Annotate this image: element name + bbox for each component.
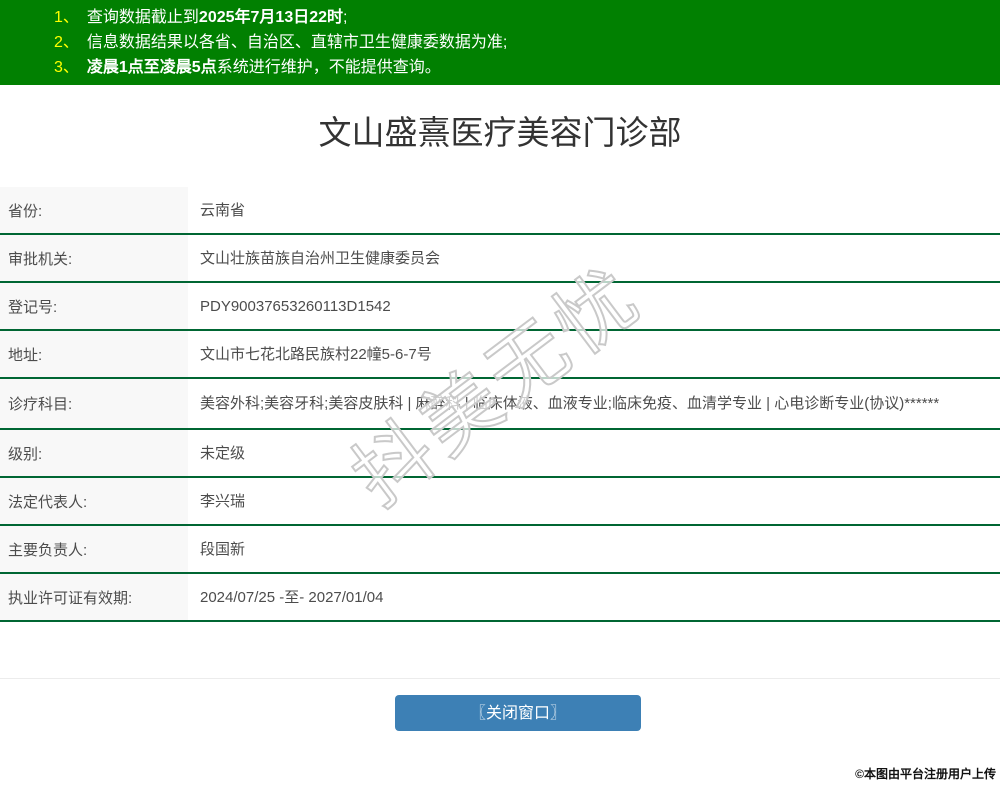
info-table: 省份:云南省审批机关:文山壮族苗族自治州卫生健康委员会登记号:PDY900376… bbox=[0, 187, 1000, 622]
row-value: 段国新 bbox=[188, 526, 1000, 572]
row-value: 文山壮族苗族自治州卫生健康委员会 bbox=[188, 235, 1000, 281]
row-label: 诊疗科目: bbox=[0, 379, 188, 428]
notice-number: 3、 bbox=[54, 59, 87, 76]
row-value: 文山市七花北路民族村22幢5-6-7号 bbox=[188, 331, 1000, 377]
notice-list: 1、查询数据截止到2025年7月13日22时;2、信息数据结果以各省、自治区、直… bbox=[54, 5, 1000, 80]
footer-credit: ©本图由平台注册用户上传 bbox=[855, 765, 996, 782]
notice-text: 系统进行维护，不能提供查询。 bbox=[217, 59, 441, 76]
notice-text: ; bbox=[343, 9, 347, 26]
button-row: 〖关闭窗口〗 bbox=[0, 695, 1000, 731]
table-row: 地址:文山市七花北路民族村22幢5-6-7号 bbox=[0, 331, 1000, 379]
row-value: 李兴瑞 bbox=[188, 478, 1000, 524]
page-title: 文山盛熹医疗美容门诊部 bbox=[0, 113, 1000, 153]
notice-number: 2、 bbox=[54, 34, 87, 51]
row-label: 登记号: bbox=[0, 283, 188, 329]
row-label: 主要负责人: bbox=[0, 526, 188, 572]
table-row: 省份:云南省 bbox=[0, 187, 1000, 235]
notice-text: 凌晨1点至凌晨5点 bbox=[87, 59, 217, 76]
row-label: 审批机关: bbox=[0, 235, 188, 281]
row-label: 地址: bbox=[0, 331, 188, 377]
row-value: PDY90037653260113D1542 bbox=[188, 283, 1000, 329]
row-value: 未定级 bbox=[188, 430, 1000, 476]
table-row: 法定代表人:李兴瑞 bbox=[0, 478, 1000, 526]
notice-text: 信息数据结果以各省、自治区、直辖市卫生健康委数据为准; bbox=[87, 34, 507, 51]
table-row: 级别:未定级 bbox=[0, 430, 1000, 478]
row-label: 级别: bbox=[0, 430, 188, 476]
notice-banner: 1、查询数据截止到2025年7月13日22时;2、信息数据结果以各省、自治区、直… bbox=[0, 0, 1000, 85]
table-row: 诊疗科目:美容外科;美容牙科;美容皮肤科 | 麻醉科 | 临床体液、血液专业;临… bbox=[0, 379, 1000, 430]
table-row: 执业许可证有效期:2024/07/25 -至- 2027/01/04 bbox=[0, 574, 1000, 622]
notice-number: 1、 bbox=[54, 9, 87, 26]
row-label: 省份: bbox=[0, 187, 188, 233]
row-value: 美容外科;美容牙科;美容皮肤科 | 麻醉科 | 临床体液、血液专业;临床免疫、血… bbox=[188, 379, 1000, 428]
row-value: 云南省 bbox=[188, 187, 1000, 233]
notice-text: 查询数据截止到 bbox=[87, 9, 199, 26]
notice-line: 3、凌晨1点至凌晨5点系统进行维护，不能提供查询。 bbox=[54, 55, 1000, 80]
close-window-button[interactable]: 〖关闭窗口〗 bbox=[395, 695, 641, 731]
row-label: 法定代表人: bbox=[0, 478, 188, 524]
notice-line: 2、信息数据结果以各省、自治区、直辖市卫生健康委数据为准; bbox=[54, 30, 1000, 55]
notice-text: 2025年7月13日22时 bbox=[199, 9, 343, 26]
section-divider bbox=[0, 678, 1000, 679]
row-value: 2024/07/25 -至- 2027/01/04 bbox=[188, 574, 1000, 620]
row-label: 执业许可证有效期: bbox=[0, 574, 188, 620]
table-row: 主要负责人:段国新 bbox=[0, 526, 1000, 574]
table-row: 审批机关:文山壮族苗族自治州卫生健康委员会 bbox=[0, 235, 1000, 283]
notice-line: 1、查询数据截止到2025年7月13日22时; bbox=[54, 5, 1000, 30]
table-row: 登记号:PDY90037653260113D1542 bbox=[0, 283, 1000, 331]
